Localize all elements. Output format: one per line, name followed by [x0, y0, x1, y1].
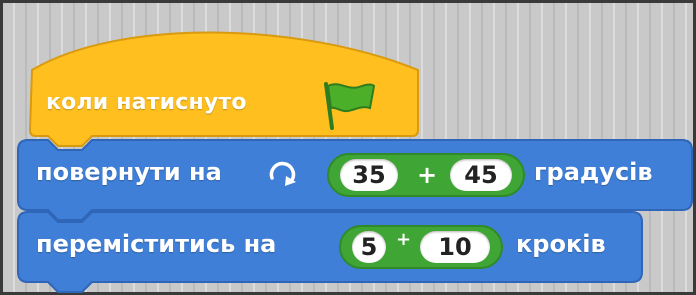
turn-operand1-input[interactable]: 35	[340, 159, 398, 191]
turn-degrees-suffix: градусів	[534, 158, 653, 186]
hat-block-label: коли натиснуто	[46, 90, 247, 115]
move-operand2-input[interactable]: 10	[420, 231, 490, 263]
turn-block-label: повернути на	[36, 158, 222, 186]
script-stack[interactable]: коли натиснуто повернути на 35 + 45 град…	[0, 0, 696, 295]
green-flag-icon	[324, 82, 376, 130]
turn-operand2-input[interactable]: 45	[450, 159, 512, 191]
move-block-label: переміститись на	[36, 230, 277, 258]
rotate-clockwise-icon	[269, 161, 296, 186]
move-operand1-input[interactable]: 5	[352, 231, 386, 263]
turn-plus-operator: +	[417, 161, 438, 189]
move-steps-suffix: кроків	[516, 230, 606, 258]
move-plus-operator: +	[396, 229, 412, 250]
